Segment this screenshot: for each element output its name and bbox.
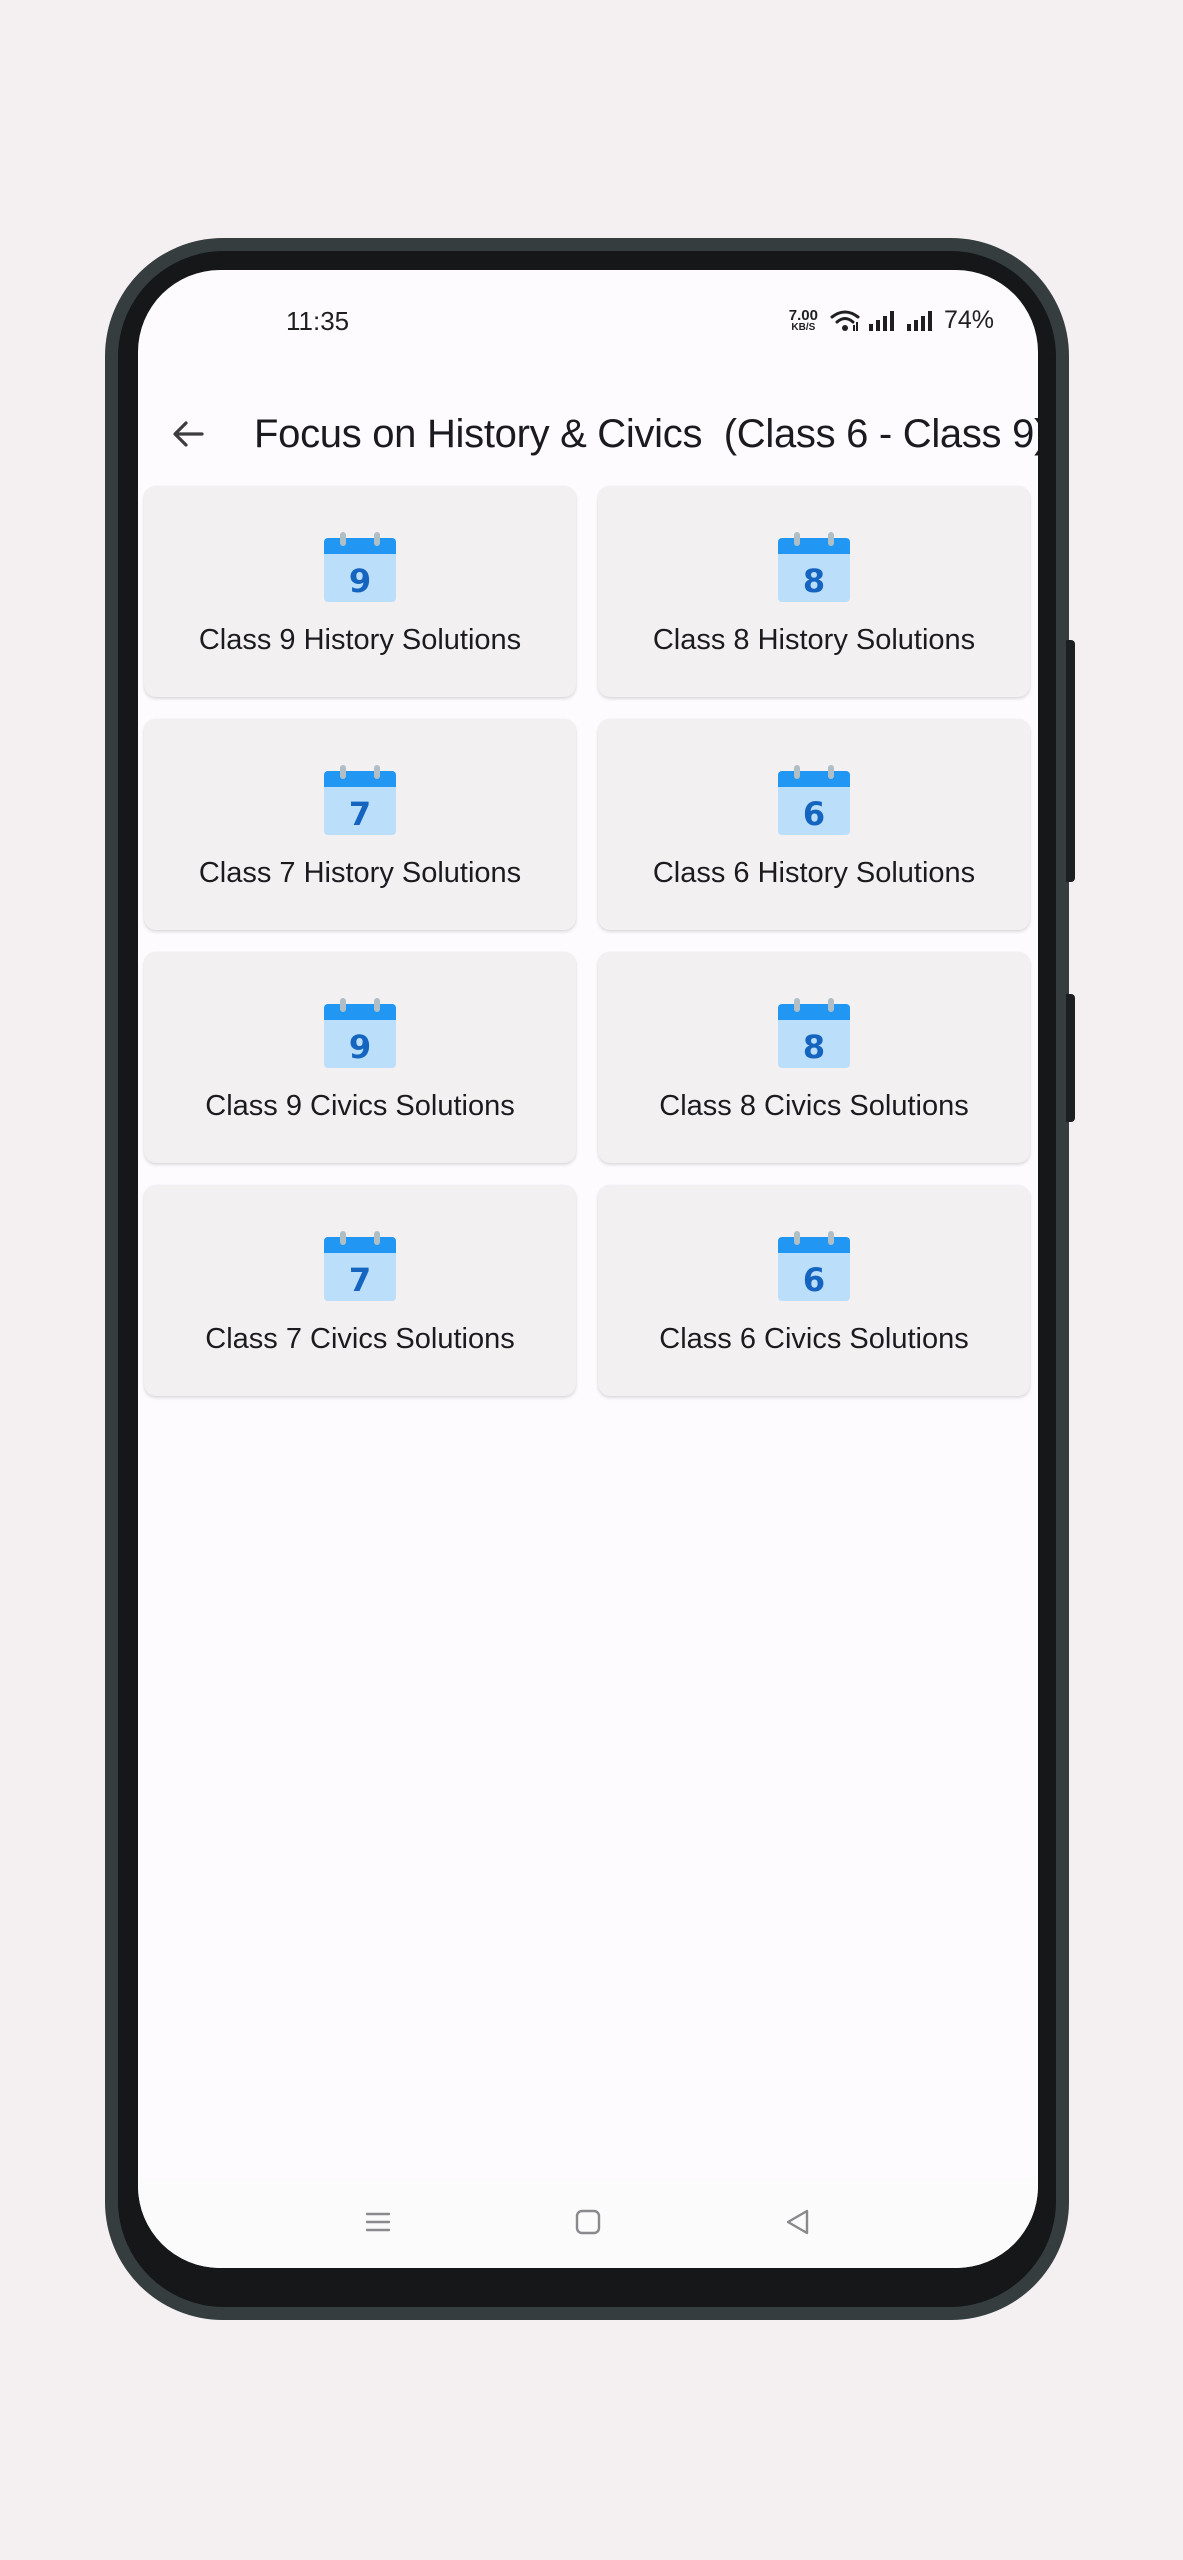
card-label: Class 7 History Solutions	[198, 857, 522, 889]
calendar-icon: 7	[324, 1231, 396, 1301]
calendar-number: 6	[803, 795, 825, 833]
calendar-number: 6	[803, 1261, 825, 1299]
top-app-bar: Focus on History & Civics (Class 6 - Cla…	[138, 370, 1038, 500]
navigation-bar	[138, 2178, 1038, 2268]
card-label: Class 6 Civics Solutions	[659, 1323, 969, 1355]
signal-icon-sim2	[906, 310, 932, 331]
calendar-number: 9	[349, 1028, 371, 1066]
menu-icon	[365, 2212, 391, 2232]
card-label: Class 8 Civics Solutions	[659, 1090, 969, 1122]
solution-card[interactable]: 7 Class 7 Civics Solutions	[144, 1185, 576, 1396]
home-square-icon	[575, 2209, 601, 2235]
page-title: Focus on History & Civics (Class 6 - Cla…	[254, 412, 1038, 456]
calendar-icon: 6	[778, 765, 850, 835]
network-speed-unit: KB/S	[791, 322, 816, 333]
back-button[interactable]	[160, 406, 216, 462]
card-label: Class 9 Civics Solutions	[205, 1090, 515, 1122]
calendar-number: 9	[349, 562, 371, 600]
calendar-icon: 7	[324, 765, 396, 835]
solution-card[interactable]: 9 Class 9 Civics Solutions	[144, 952, 576, 1163]
calendar-number: 8	[803, 1028, 825, 1066]
network-speed-value: 7.00	[788, 307, 818, 324]
calendar-number: 7	[349, 795, 371, 833]
solution-card[interactable]: 8 Class 8 History Solutions	[598, 486, 1030, 697]
signal-icon-sim1	[868, 310, 894, 331]
solution-card[interactable]: 6 Class 6 Civics Solutions	[598, 1185, 1030, 1396]
network-speed: 7.00 KB/S	[789, 308, 818, 333]
calendar-number: 7	[349, 1261, 371, 1299]
calendar-number: 8	[803, 562, 825, 600]
solution-card[interactable]: 7 Class 7 History Solutions	[144, 719, 576, 930]
card-label: Class 7 Civics Solutions	[205, 1323, 515, 1355]
calendar-icon: 9	[324, 532, 396, 602]
battery-percentage: 74%	[943, 306, 994, 334]
status-bar: 11:35 7.00 KB/S 74%	[138, 270, 1038, 370]
solution-card[interactable]: 8 Class 8 Civics Solutions	[598, 952, 1030, 1163]
card-label: Class 8 History Solutions	[652, 624, 976, 656]
calendar-icon: 9	[324, 998, 396, 1068]
arrow-back-icon	[173, 421, 204, 447]
status-time: 11:35	[286, 306, 350, 336]
volume-button	[1066, 994, 1075, 1122]
calendar-icon: 8	[778, 532, 850, 602]
recent-apps-button[interactable]	[350, 2194, 406, 2250]
system-back-button[interactable]	[770, 2194, 826, 2250]
wifi-icon	[830, 310, 860, 331]
calendar-icon: 8	[778, 998, 850, 1068]
phone-screen: 11:35 7.00 KB/S 74% Focus on History & C…	[138, 270, 1038, 2268]
status-indicators: 7.00 KB/S 74%	[789, 306, 994, 335]
solution-card[interactable]: 9 Class 9 History Solutions	[144, 486, 576, 697]
card-label: Class 6 History Solutions	[652, 857, 976, 889]
power-button	[1066, 640, 1075, 882]
solution-card[interactable]: 6 Class 6 History Solutions	[598, 719, 1030, 930]
home-button[interactable]	[560, 2194, 616, 2250]
solutions-grid: 9 Class 9 History Solutions 8 Class 8 Histo…	[144, 486, 1032, 1396]
calendar-icon: 6	[778, 1231, 850, 1301]
card-label: Class 9 History Solutions	[198, 624, 522, 656]
back-triangle-icon	[786, 2209, 809, 2235]
